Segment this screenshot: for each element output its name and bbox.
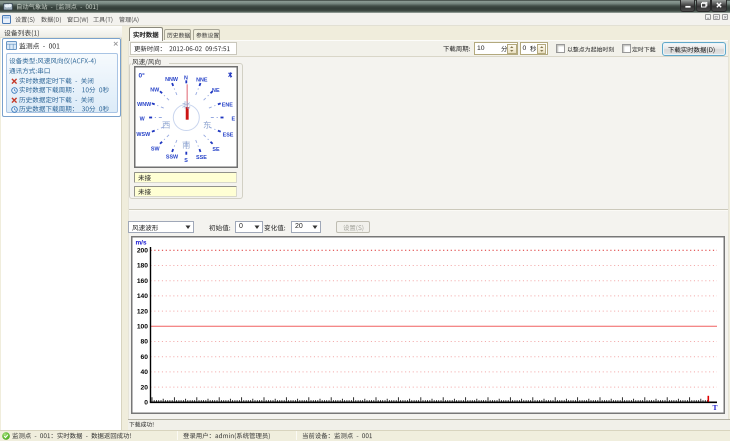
svg-text:WNW: WNW bbox=[137, 102, 152, 108]
svg-text:m/s: m/s bbox=[136, 239, 147, 246]
svg-text:200: 200 bbox=[137, 248, 148, 255]
svg-text:WSW: WSW bbox=[136, 132, 151, 138]
svg-text:SSW: SSW bbox=[166, 155, 179, 161]
svg-text:SW: SW bbox=[151, 147, 161, 153]
svg-text:140: 140 bbox=[137, 293, 148, 300]
svg-text:100: 100 bbox=[137, 324, 148, 331]
svg-text:160: 160 bbox=[137, 278, 148, 285]
svg-text:T: T bbox=[712, 403, 717, 412]
svg-text:80: 80 bbox=[141, 339, 149, 346]
svg-text:NE: NE bbox=[212, 88, 220, 94]
svg-text:60: 60 bbox=[141, 354, 149, 361]
svg-text:180: 180 bbox=[137, 263, 148, 270]
svg-text:ENE: ENE bbox=[222, 103, 233, 109]
svg-text:S: S bbox=[184, 158, 188, 164]
svg-text:N: N bbox=[184, 76, 188, 82]
svg-text:E: E bbox=[231, 117, 235, 123]
svg-text:20: 20 bbox=[141, 384, 149, 391]
svg-text:NNW: NNW bbox=[165, 77, 179, 83]
svg-text:40: 40 bbox=[141, 369, 149, 376]
svg-text:ESE: ESE bbox=[223, 133, 234, 139]
svg-text:NW: NW bbox=[150, 88, 160, 94]
svg-text:NNE: NNE bbox=[196, 78, 208, 84]
svg-text:120: 120 bbox=[137, 308, 148, 315]
svg-text:0°: 0° bbox=[139, 72, 146, 80]
svg-text:SSE: SSE bbox=[196, 155, 207, 161]
svg-text:0: 0 bbox=[144, 400, 148, 407]
svg-text:SE: SE bbox=[212, 147, 220, 153]
